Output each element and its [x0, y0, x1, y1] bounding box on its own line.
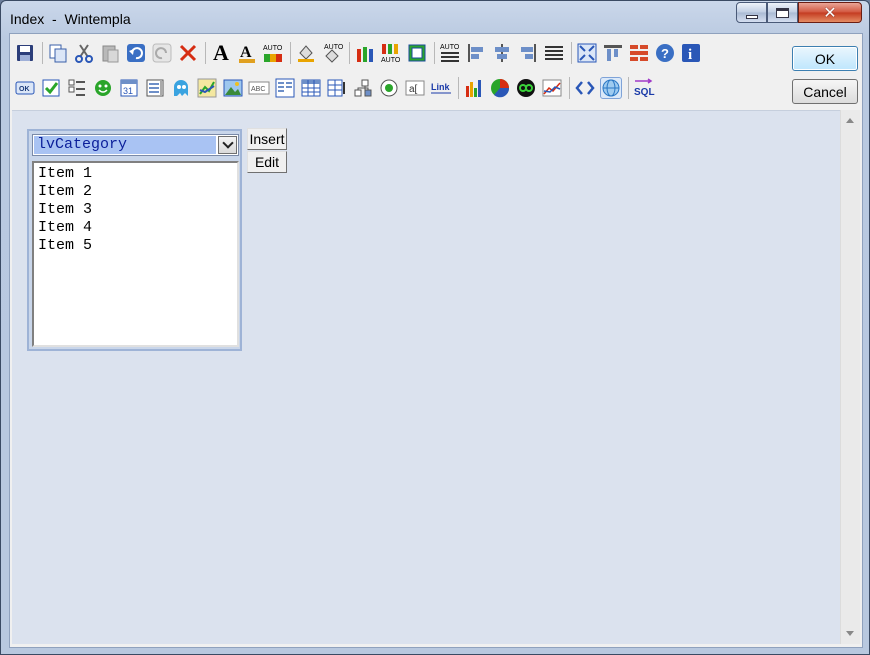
save-icon[interactable]	[14, 42, 36, 64]
paste-icon[interactable]	[99, 42, 121, 64]
main-window: Index - Wintempla ✕ A A AUTO AUTO AUTO A…	[0, 0, 870, 655]
scroll-down-icon[interactable]	[846, 631, 854, 636]
svg-text:31: 31	[123, 86, 133, 96]
svg-text:A: A	[240, 44, 252, 61]
align-center-icon[interactable]	[491, 42, 513, 64]
chart-control-icon[interactable]	[196, 77, 218, 99]
svg-text:AUTO: AUTO	[324, 44, 343, 51]
delete-icon[interactable]	[177, 42, 199, 64]
font-icon[interactable]: A	[210, 40, 232, 65]
svg-text:Link: Link	[431, 82, 450, 92]
toolbar-row-1: A A AUTO AUTO AUTO AUTO ? i	[14, 40, 706, 66]
size-icon[interactable]	[602, 42, 624, 64]
redo-icon[interactable]	[151, 42, 173, 64]
label-control-icon[interactable]: a[	[404, 77, 426, 99]
justify-icon[interactable]	[543, 42, 565, 64]
auto-align-icon[interactable]: AUTO	[439, 42, 461, 64]
svg-text:SQL: SQL	[634, 87, 655, 98]
align-right-icon[interactable]	[517, 42, 539, 64]
svg-text:AUTO: AUTO	[440, 44, 460, 51]
chevron-down-icon	[221, 137, 234, 149]
infinity-icon[interactable]	[515, 77, 537, 99]
list-item[interactable]: Item 3	[38, 201, 237, 219]
maximize-button[interactable]	[767, 2, 798, 23]
auto-fill-icon[interactable]: AUTO	[321, 42, 343, 64]
svg-text:OK: OK	[19, 86, 30, 93]
item-listbox[interactable]: Item 1 Item 2 Item 3 Item 4 Item 5	[32, 161, 239, 347]
category-combobox[interactable]: lvCategory	[32, 134, 239, 156]
button-control-icon[interactable]: OK	[14, 77, 36, 99]
close-button[interactable]: ✕	[798, 2, 862, 23]
info-icon[interactable]: i	[680, 42, 702, 64]
listview-control-icon[interactable]	[274, 77, 296, 99]
list-widget[interactable]: lvCategory Item 1 Item 2 Item 3 Item 4 I…	[27, 129, 242, 351]
grid-icon[interactable]	[628, 42, 650, 64]
checklist-control-icon[interactable]	[66, 77, 88, 99]
svg-text:a[: a[	[409, 84, 418, 95]
font-color-icon[interactable]: A	[236, 42, 258, 64]
maximize-icon	[776, 7, 789, 18]
bar-chart-icon[interactable]	[463, 77, 485, 99]
combobox-dropdown-button[interactable]	[218, 136, 237, 154]
cut-icon[interactable]	[73, 42, 95, 64]
client-area: A A AUTO AUTO AUTO AUTO ? i OK 31 ABC a[…	[9, 33, 863, 648]
close-icon: ✕	[823, 3, 837, 22]
copy-icon[interactable]	[47, 42, 69, 64]
toolbar: A A AUTO AUTO AUTO AUTO ? i OK 31 ABC a[…	[10, 34, 862, 109]
calendar-control-icon[interactable]: 31	[118, 77, 140, 99]
tree-control-icon[interactable]	[352, 77, 374, 99]
list-item[interactable]: Item 4	[38, 219, 237, 237]
list-control-icon[interactable]	[144, 77, 166, 99]
vertical-scrollbar[interactable]	[840, 110, 860, 644]
svg-text:AUTO: AUTO	[381, 57, 401, 64]
minimize-button[interactable]	[736, 2, 767, 23]
combobox-selected-value: lvCategory	[34, 136, 216, 154]
toolbar-row-2: OK 31 ABC a[ Link SQL	[14, 75, 659, 101]
insert-button[interactable]: Insert	[247, 128, 287, 150]
picture-control-icon[interactable]	[222, 77, 244, 99]
align-left-icon[interactable]	[465, 42, 487, 64]
scroll-up-icon[interactable]	[846, 118, 854, 123]
cancel-button[interactable]: Cancel	[792, 79, 858, 104]
code-icon[interactable]	[574, 77, 596, 99]
svg-text:AUTO: AUTO	[263, 45, 283, 52]
auto-pencils-icon[interactable]: AUTO	[380, 42, 402, 64]
window-title: Index - Wintempla	[10, 11, 131, 27]
grid-control-icon[interactable]	[326, 77, 348, 99]
edit-button[interactable]: Edit	[247, 151, 287, 173]
pencils-icon[interactable]	[354, 42, 376, 64]
design-canvas[interactable]: lvCategory Item 1 Item 2 Item 3 Item 4 I…	[12, 110, 840, 644]
fit-icon[interactable]	[576, 42, 598, 64]
web-icon[interactable]	[600, 77, 622, 99]
ghost-control-icon[interactable]	[170, 77, 192, 99]
list-item[interactable]: Item 5	[38, 237, 237, 255]
svg-text:i: i	[688, 47, 692, 63]
line-chart-icon[interactable]	[541, 77, 563, 99]
minimize-icon	[745, 14, 758, 19]
help-icon[interactable]: ?	[654, 42, 676, 64]
pie-chart-icon[interactable]	[489, 77, 511, 99]
ok-button[interactable]: OK	[792, 46, 858, 71]
auto-color-icon[interactable]: AUTO	[262, 42, 284, 64]
table-control-icon[interactable]	[300, 77, 322, 99]
list-item[interactable]: Item 2	[38, 183, 237, 201]
svg-text:?: ?	[661, 46, 669, 61]
svg-text:ABC: ABC	[251, 86, 265, 93]
undo-icon[interactable]	[125, 42, 147, 64]
title-bar[interactable]: Index - Wintempla ✕	[1, 1, 869, 35]
sql-icon[interactable]: SQL	[633, 77, 655, 99]
list-item[interactable]: Item 1	[38, 165, 237, 183]
frame-icon[interactable]	[406, 42, 428, 64]
text-control-icon[interactable]: ABC	[248, 77, 270, 99]
link-control-icon[interactable]: Link	[430, 77, 452, 99]
smiley-control-icon[interactable]	[92, 77, 114, 99]
checkbox-control-icon[interactable]	[40, 77, 62, 99]
fill-color-icon[interactable]	[295, 42, 317, 64]
radio-control-icon[interactable]	[378, 77, 400, 99]
